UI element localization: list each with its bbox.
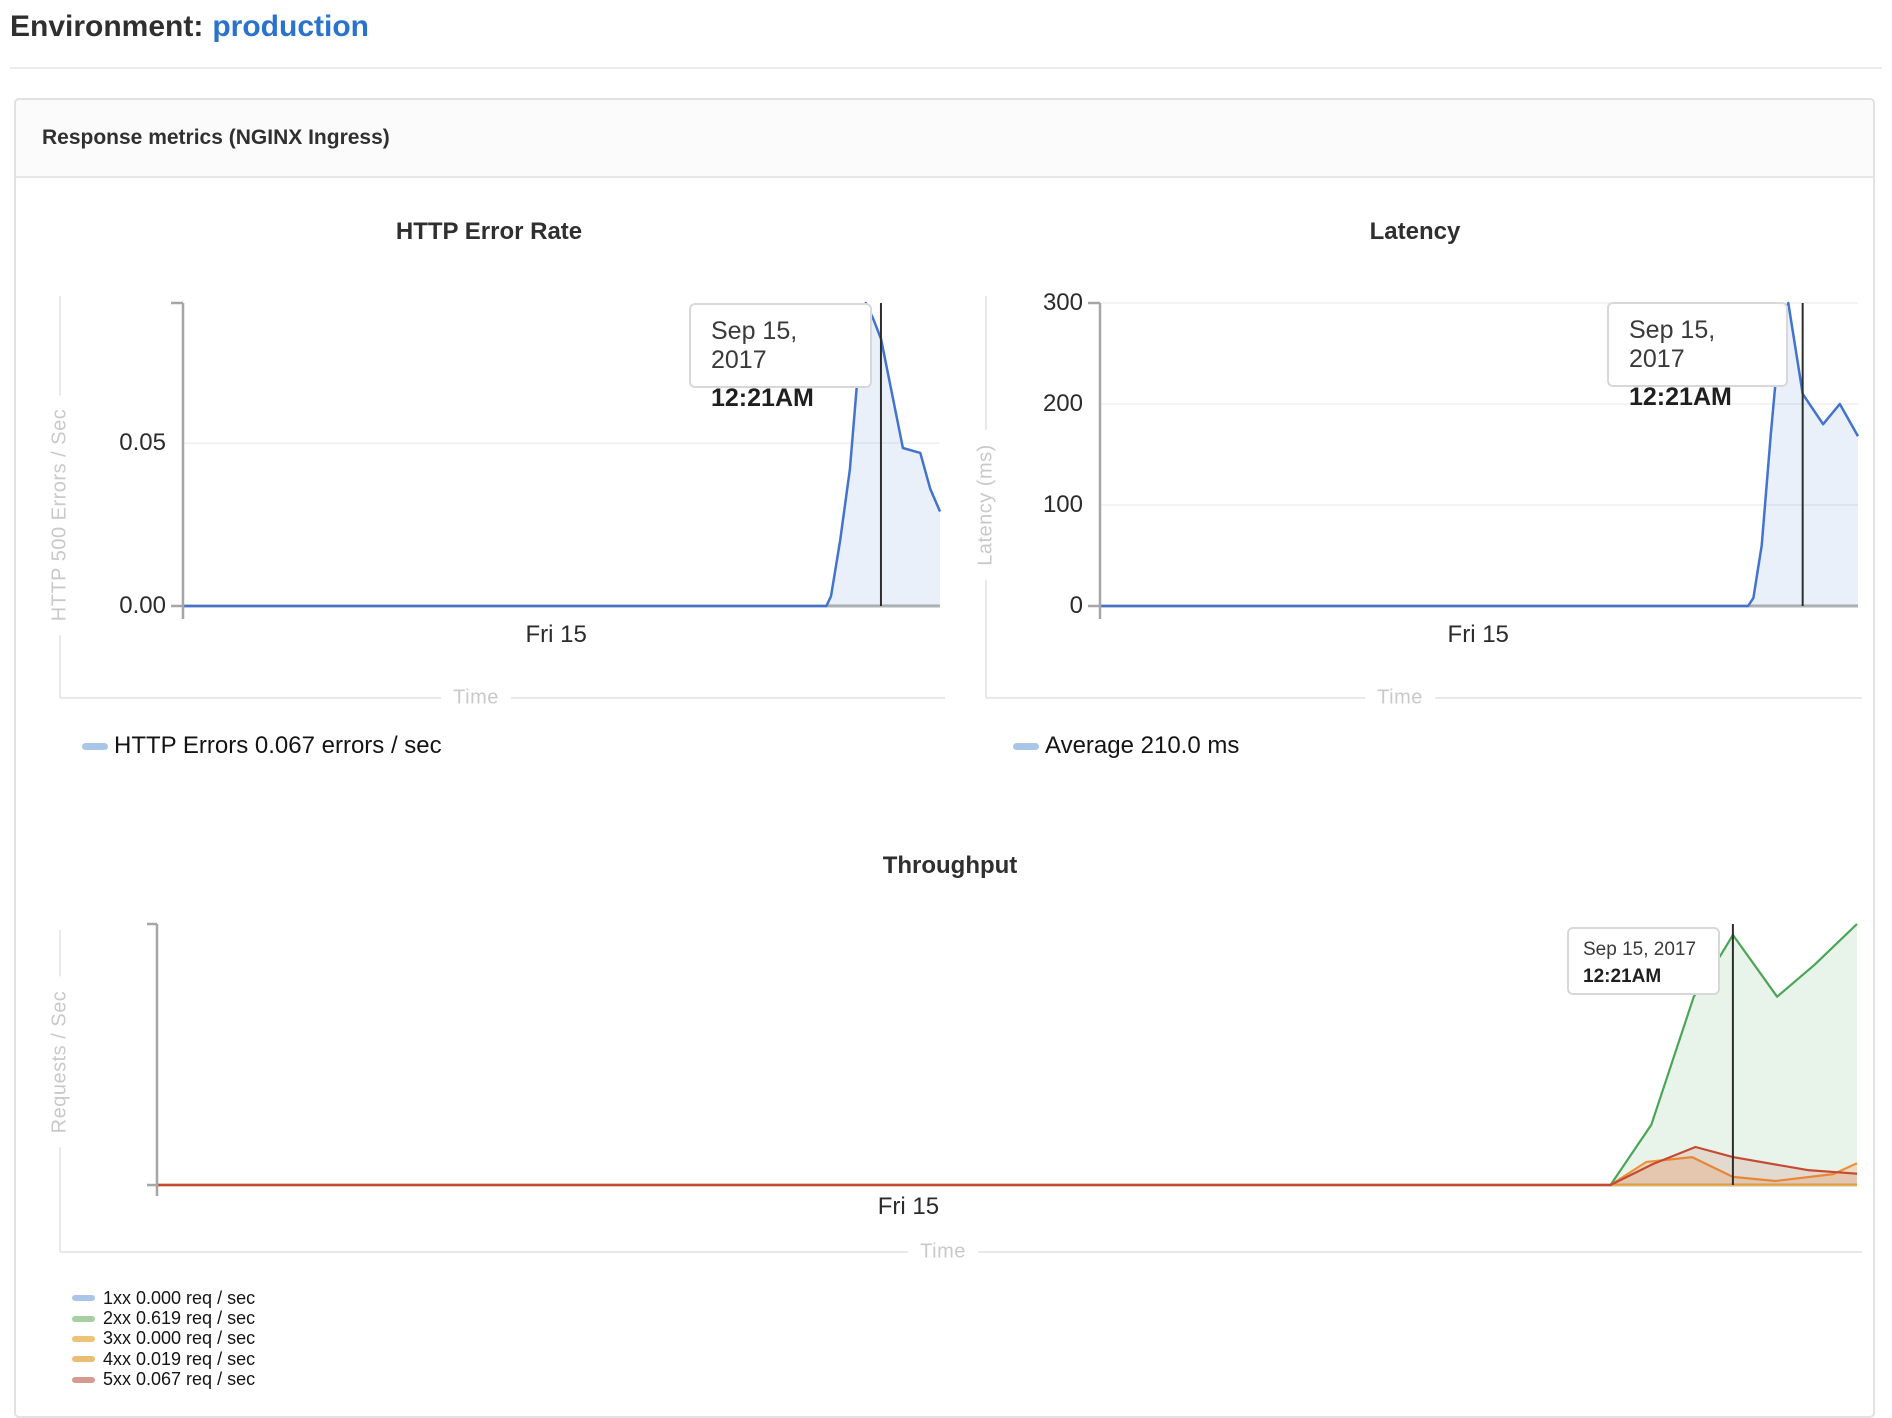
- header-divider: [10, 67, 1882, 69]
- metrics-panel: Response metrics (NGINX Ingress): [14, 98, 1875, 1418]
- panel-heading: Response metrics (NGINX Ingress): [16, 100, 1873, 178]
- environment-link[interactable]: production: [212, 10, 369, 43]
- page: Environment: production Response metrics …: [0, 0, 1892, 1400]
- environment-label: Environment:: [10, 10, 203, 43]
- panel-title: Response metrics (NGINX Ingress): [42, 126, 390, 150]
- environment-header: Environment: production: [10, 10, 369, 44]
